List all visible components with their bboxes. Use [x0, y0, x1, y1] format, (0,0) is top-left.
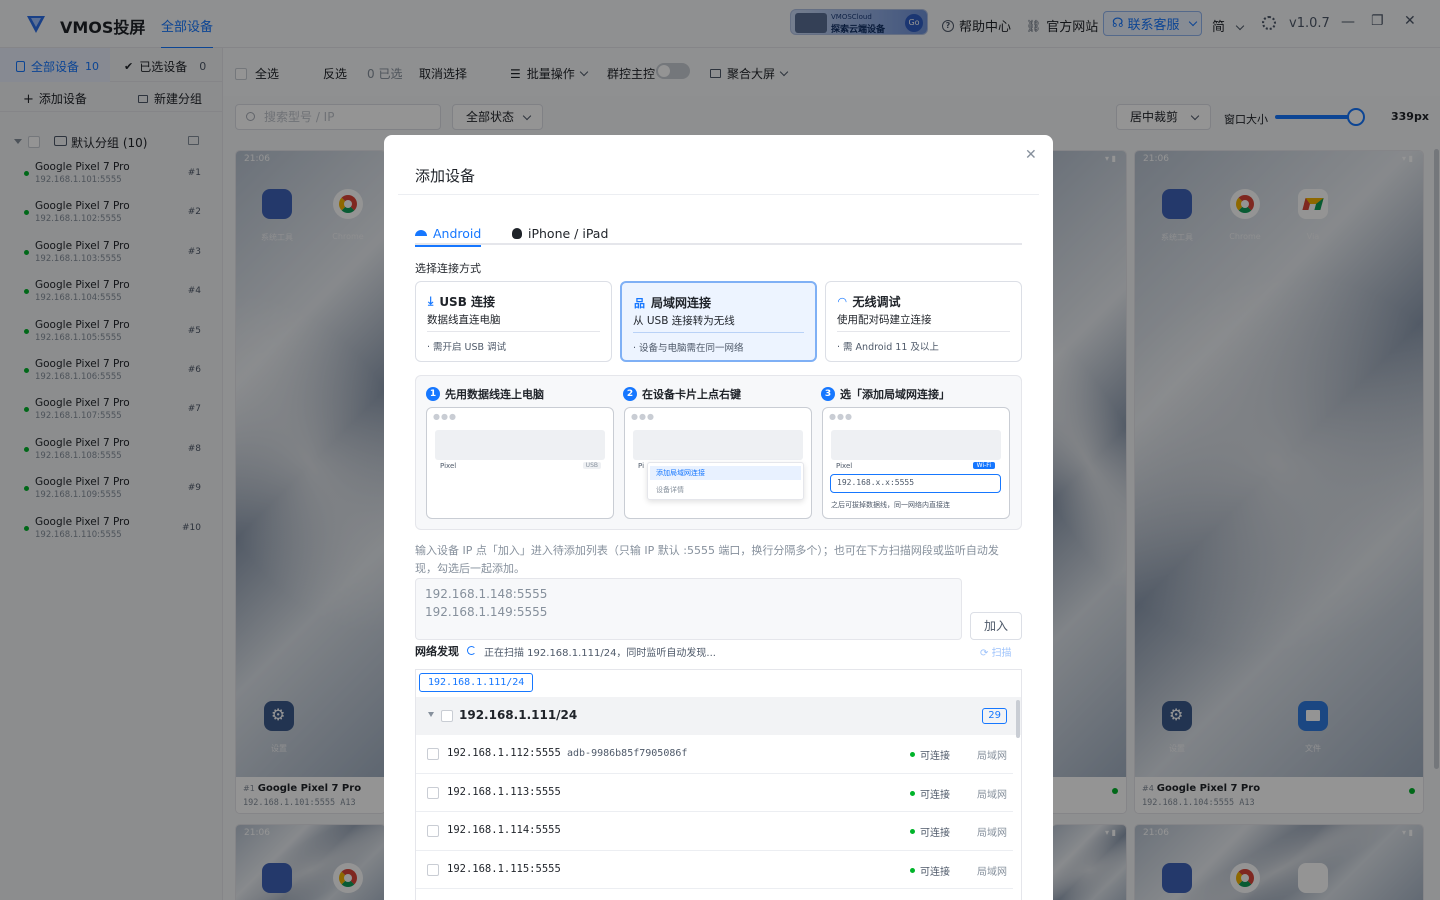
row-adb-serial: adb-9986b85f7905086f: [567, 748, 688, 759]
step-2-illustration: ●●● Pi 添加局域网连接 设备详情: [624, 407, 812, 519]
status-dot: [910, 829, 915, 835]
row-ip: 192.168.1.115:5555: [447, 862, 561, 875]
row-ip: 192.168.1.112:5555: [447, 747, 561, 759]
steps-guide: 1 先用数据线连上电脑 2 在设备卡片上点右键 3 选「添加局域网连接」 ●●● Pi…: [415, 375, 1022, 530]
step-1-title: 1 先用数据线连上电脑: [426, 386, 544, 402]
ip-textarea[interactable]: 192.168.1.148:5555 192.168.1.149:5555: [415, 578, 962, 640]
tab-android[interactable]: Android: [415, 221, 482, 247]
tab-ios[interactable]: iPhone / iPad: [512, 221, 608, 245]
discovered-devices-list: 192.168.1.111/24 192.168.1.111/24 29 192…: [415, 669, 1022, 900]
subnet-group-header[interactable]: 192.168.1.111/24 29: [416, 697, 1021, 735]
ip-input-description: 输入设备 IP 点「加入」进入待添加列表（只输 IP 默认 :5555 端口，换…: [415, 544, 999, 575]
network-discovery-label: 网络发现: [415, 645, 459, 658]
discovered-device-row[interactable]: 192.168.1.114:5555 可连接 局域网: [416, 812, 1013, 851]
row-status: 可连接: [920, 828, 950, 840]
divider: [398, 194, 1039, 195]
discovered-device-row[interactable]: 192.168.1.112:5555 adb-9986b85f7905086f 可连…: [416, 735, 1013, 774]
connection-method-label: 选择连接方式: [415, 262, 481, 275]
add-device-dialog: 添加设备 ✕ Android iPhone / iPad 选择连接方式 ⤓ USB…: [384, 135, 1053, 900]
scan-status: 正在扫描 192.168.1.111/24，同时监听自动发现...: [484, 648, 716, 659]
wifi-icon: ◠: [838, 295, 847, 308]
row-checkbox[interactable]: [427, 863, 439, 876]
row-checkbox[interactable]: [427, 825, 439, 838]
row-status: 可连接: [920, 866, 950, 878]
list-scrollbar[interactable]: [1016, 700, 1020, 738]
subnet-count-badge: 29: [982, 708, 1007, 724]
caret-down-icon: [428, 712, 434, 717]
status-dot: [910, 867, 915, 873]
row-ip: 192.168.1.113:5555: [447, 785, 561, 798]
platform-tabs: Android iPhone / iPad: [415, 221, 1022, 247]
row-checkbox[interactable]: [427, 748, 439, 760]
row-status: 可连接: [920, 789, 950, 801]
network-icon: 品: [634, 296, 645, 310]
status-dot: [910, 790, 915, 796]
option-usb[interactable]: ⤓ USB 连接 数据线直连电脑 · 需开启 USB 调试: [415, 281, 612, 362]
step-2-title: 2 在设备卡片上点右键: [623, 386, 741, 402]
context-menu-illustration: 添加局域网连接 设备详情: [647, 462, 804, 500]
download-icon: ⤓: [428, 294, 434, 308]
add-ip-button[interactable]: 加入: [970, 612, 1022, 640]
subnet-chip[interactable]: 192.168.1.111/24: [419, 673, 534, 692]
android-icon: [415, 230, 427, 236]
loading-spinner-icon: [467, 646, 476, 655]
discovered-device-row[interactable]: 192.168.1.113:5555 可连接 局域网: [416, 774, 1013, 813]
row-type: 局域网: [977, 789, 1007, 801]
step-3-title: 3 选「添加局域网连接」: [821, 386, 950, 402]
refresh-icon: ⟳: [980, 648, 992, 659]
scan-button[interactable]: ⟳ 扫描: [980, 644, 1012, 659]
subnet-checkbox[interactable]: [441, 710, 453, 722]
option-lan[interactable]: 品局域网连接 从 USB 连接转为无线 · 设备与电脑需在同一网络: [620, 281, 817, 362]
subnet-name: 192.168.1.111/24: [459, 708, 578, 722]
row-status: 可连接: [920, 751, 950, 762]
row-type: 局域网: [977, 751, 1007, 762]
row-checkbox[interactable]: [427, 786, 439, 799]
close-icon[interactable]: ✕: [1025, 147, 1037, 163]
option-wireless-debug[interactable]: ◠ 无线调试 使用配对码建立连接 · 需 Android 11 及以上: [825, 281, 1022, 362]
dialog-title: 添加设备: [415, 167, 476, 185]
step-3-illustration: ●●● Pixel Wi-Fi 192.168.x.x:5555 之后可拔掉数据…: [822, 407, 1010, 519]
status-dot: [910, 752, 915, 757]
row-type: 局域网: [977, 866, 1007, 878]
row-type: 局域网: [977, 828, 1007, 840]
discovered-device-row[interactable]: 192.168.1.115:5555 可连接 局域网: [416, 851, 1013, 890]
apple-icon: [512, 227, 522, 239]
row-ip: 192.168.1.114:5555: [447, 824, 561, 837]
step-1-illustration: ●●● Pixel USB: [426, 407, 614, 519]
